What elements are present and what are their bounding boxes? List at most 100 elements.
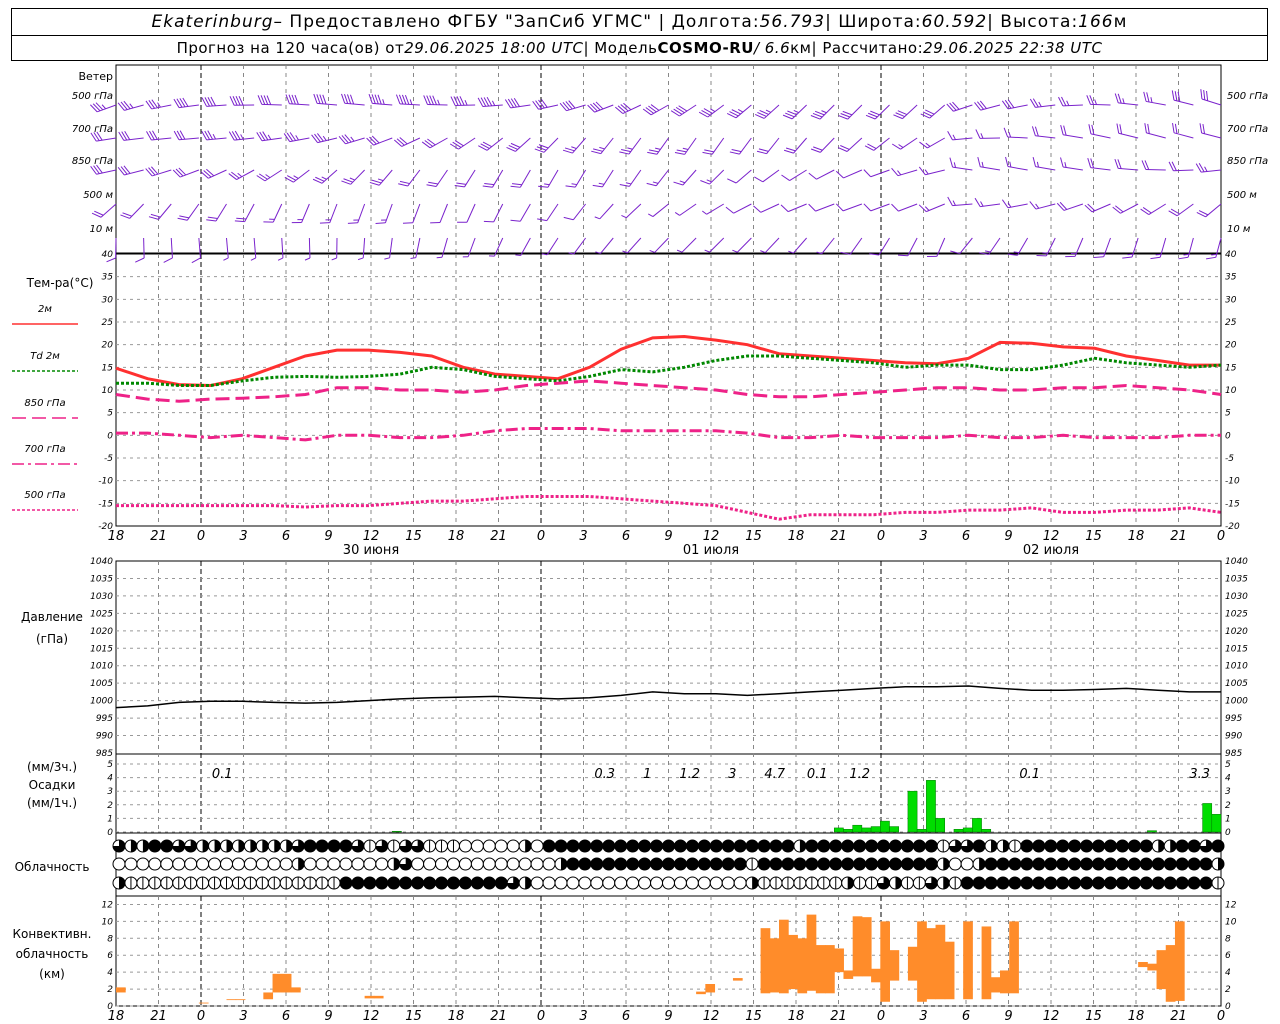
wind-barb-staff (1090, 103, 1111, 106)
wind-barb-half-feather (1204, 166, 1208, 172)
cloud-cover-symbol (554, 839, 568, 853)
wind-barb-feather (835, 170, 844, 179)
wind-barb (263, 203, 283, 223)
wind-barb-staff (372, 102, 393, 106)
cloud-cover-symbol (327, 857, 341, 871)
wind-barb-half-feather (1150, 97, 1153, 103)
wind-barb (163, 237, 173, 263)
cloud-cover-symbol (924, 857, 938, 871)
wind-barb-feather (979, 100, 987, 109)
cloud-cover-symbol (1044, 876, 1058, 890)
wind-panel-frame (115, 64, 1222, 254)
wind-barb-half-feather (357, 257, 364, 261)
wind-barb-staff (317, 102, 338, 106)
temperature-legend-label: 2м (38, 304, 52, 315)
temperature-tick-label: 35 (102, 273, 114, 283)
cloud-cover-symbol (590, 857, 604, 871)
convective-bar (871, 968, 881, 983)
wind-barb-feather (568, 100, 576, 109)
convective-bar (769, 938, 780, 993)
cloud-cover-symbol (614, 839, 628, 853)
wind-barb-feather (532, 100, 539, 110)
wind-barb-feather (1001, 199, 1009, 209)
precip-tick-label: 0 (1225, 828, 1231, 838)
wind-barb (977, 157, 1001, 171)
wind-barb-feather (513, 97, 520, 107)
pressure-tick-label: 985 (1225, 749, 1242, 759)
time-tick-label: 15 (405, 529, 422, 544)
pressure-tick-label: 1005 (90, 679, 113, 689)
cloud-cover-mark (142, 840, 149, 852)
convective-tick-label: 4 (1225, 968, 1231, 978)
temperature-tick-label: -20 (1225, 522, 1240, 532)
wind-barb (1172, 123, 1194, 139)
wind-barb-staff (519, 169, 531, 188)
wind-barb (1112, 203, 1139, 214)
wind-barb (756, 137, 780, 155)
time-tick-label: 15 (745, 529, 762, 544)
convective-subtitle: облачность (16, 947, 89, 961)
temperature-tick-label: 10 (1225, 386, 1237, 396)
cloud-cover-mark (298, 858, 305, 870)
precip-tick-label: 4 (107, 774, 113, 784)
wind-barb (808, 203, 835, 212)
cloud-cover-symbol (817, 839, 831, 853)
wind-barb-feather (646, 182, 657, 187)
wind-barb-staff (760, 203, 780, 213)
cloud-cover-symbol (506, 857, 520, 871)
wind-barb (674, 203, 697, 216)
wind-barb (1114, 158, 1139, 171)
wind-barb-half-feather (129, 103, 134, 109)
wind-barb (725, 203, 752, 214)
cloud-cover-mark (1158, 840, 1165, 852)
wind-barb-feather (286, 132, 294, 142)
convective-tick-label: 12 (102, 900, 114, 910)
wind-barb (729, 137, 752, 155)
wind-barb-half-feather (674, 212, 680, 216)
wind-barb-feather (619, 184, 630, 187)
wind-barb (1144, 123, 1166, 139)
wind-barb-half-feather (1008, 131, 1012, 138)
wind-barb-staff (739, 137, 752, 155)
wind-barb (357, 237, 366, 261)
pressure-tick-label: 1000 (90, 697, 113, 707)
wind-barb-staff (458, 137, 476, 150)
wind-barb (311, 133, 338, 144)
convective-tick-label: 2 (107, 985, 113, 995)
wind-barb (918, 203, 945, 213)
wind-barb (920, 104, 946, 119)
cloud-cover-symbol (411, 876, 425, 890)
cloud-cover-symbol (1115, 839, 1129, 853)
cloud-cover-symbol (458, 839, 472, 853)
wind-barb-staff (846, 137, 863, 152)
temperature-tick-label: 35 (1225, 273, 1237, 283)
wind-barb (201, 130, 227, 141)
day-label: 02 июля (1023, 543, 1079, 558)
wind-barb (257, 95, 282, 106)
wind-barb-half-feather (897, 170, 902, 176)
wind-barb-feather (338, 136, 346, 145)
cloud-cover-mark (1002, 840, 1009, 852)
time-tick-label: 9 (324, 529, 332, 544)
cloud-cover-mark (525, 877, 532, 889)
wind-barb-half-feather (980, 133, 984, 139)
wind-barb (402, 203, 421, 224)
wind-barb-staff (600, 237, 614, 254)
wind-barb-half-feather (437, 99, 440, 105)
wind-barb (1001, 199, 1028, 209)
wind-barb (483, 203, 504, 223)
cloud-cover-symbol (614, 876, 628, 890)
cloud-cover-symbol (1139, 876, 1153, 890)
convective-bar (917, 921, 927, 1002)
cloud-cover-symbol (1127, 839, 1141, 853)
cloud-cover-symbol (1187, 839, 1201, 853)
wind-barb-staff (357, 203, 366, 223)
wind-barb (1140, 203, 1167, 216)
wind-barb (863, 203, 890, 212)
precip-bar (392, 831, 402, 833)
cloud-cover-symbol (626, 876, 640, 890)
cloud-cover-symbol (638, 876, 652, 890)
wind-barb-feather (341, 135, 349, 144)
wind-barb-feather (541, 99, 548, 108)
cloud-cover-symbol (1211, 839, 1225, 853)
